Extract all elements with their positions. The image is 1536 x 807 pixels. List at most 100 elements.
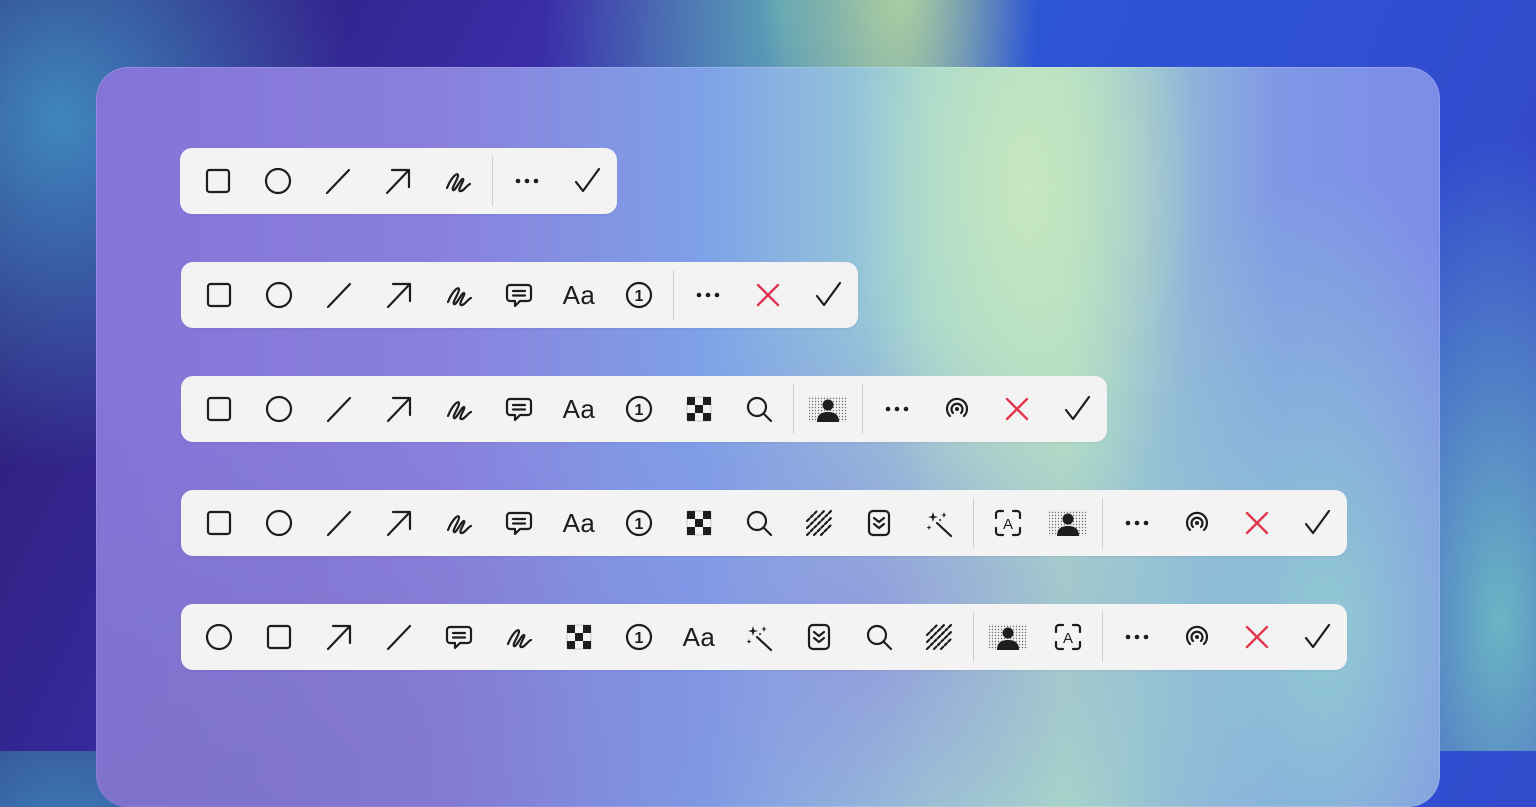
counter-button[interactable]: 1 [609,604,669,670]
more-button[interactable] [867,376,927,442]
checkmark-icon [1302,622,1332,652]
scribble-button[interactable] [429,376,489,442]
counter-icon: 1 [624,508,654,538]
speech-bubble-button[interactable] [429,604,489,670]
magic-wand-button[interactable] [909,490,969,556]
scroll-capture-button[interactable] [789,604,849,670]
more-button[interactable] [497,148,557,214]
remove-background-button[interactable] [1038,490,1098,556]
line-button[interactable] [308,148,368,214]
arrow-button[interactable] [309,604,369,670]
pixelate-button[interactable] [549,604,609,670]
checkmark-button[interactable] [1287,490,1347,556]
rectangle-button[interactable] [189,490,249,556]
speech-bubble-icon [444,622,474,652]
rectangle-button[interactable] [188,148,248,214]
counter-button[interactable]: 1 [609,490,669,556]
pixelate-button[interactable] [669,490,729,556]
svg-text:A: A [1003,516,1013,533]
text-tool-button[interactable]: Aa [549,490,609,556]
magnifier-icon [744,394,774,424]
cancel-button[interactable] [987,376,1047,442]
more-button[interactable] [1107,490,1167,556]
text-tool-label: Aa [682,621,716,652]
circle-button[interactable] [249,262,309,328]
speech-bubble-button[interactable] [489,376,549,442]
scribble-button[interactable] [489,604,549,670]
counter-icon: 1 [624,280,654,310]
magnifier-button[interactable] [729,490,789,556]
cancel-button[interactable] [1227,604,1287,670]
text-tool-button[interactable]: Aa [549,376,609,442]
toolbar-divider [862,384,863,434]
arrow-button[interactable] [369,490,429,556]
blur-button[interactable] [789,490,849,556]
line-button[interactable] [369,604,429,670]
blur-button[interactable] [909,604,969,670]
airdrop-button[interactable] [1167,490,1227,556]
more-button[interactable] [678,262,738,328]
checkmark-button[interactable] [1287,604,1347,670]
blur-icon [804,508,834,538]
airdrop-button[interactable] [927,376,987,442]
arrow-button[interactable] [369,262,429,328]
remove-background-button[interactable] [978,604,1038,670]
airdrop-icon [1182,622,1212,652]
text-recognition-button[interactable]: A [1038,604,1098,670]
airdrop-button[interactable] [1167,604,1227,670]
circle-button[interactable] [248,148,308,214]
counter-button[interactable]: 1 [609,376,669,442]
checkmark-icon [1302,508,1332,538]
checkmark-icon [1062,394,1092,424]
scribble-button[interactable] [428,148,488,214]
scribble-button[interactable] [429,490,489,556]
magnifier-button[interactable] [729,376,789,442]
text-tool-button[interactable]: Aa [669,604,729,670]
circle-icon [264,280,294,310]
scribble-button[interactable] [429,262,489,328]
svg-text:1: 1 [635,288,644,305]
remove-background-button[interactable] [798,376,858,442]
scroll-capture-button[interactable] [849,490,909,556]
pixelate-button[interactable] [669,376,729,442]
arrow-icon [383,166,413,196]
counter-button[interactable]: 1 [609,262,669,328]
checkmark-button[interactable] [557,148,617,214]
magic-wand-button[interactable] [729,604,789,670]
checkmark-button[interactable] [798,262,858,328]
checkmark-button[interactable] [1047,376,1107,442]
showcase-panel: Aa 1 Aa 1 Aa 1 A 1 Aa A [96,67,1440,807]
toolbar-5: 1 Aa A [181,604,1347,670]
speech-bubble-button[interactable] [489,262,549,328]
circle-button[interactable] [189,604,249,670]
circle-icon [263,166,293,196]
rectangle-button[interactable] [249,604,309,670]
scribble-icon [504,622,534,652]
circle-button[interactable] [249,376,309,442]
rectangle-button[interactable] [189,376,249,442]
line-button[interactable] [309,490,369,556]
cancel-icon [1242,508,1272,538]
circle-button[interactable] [249,490,309,556]
text-recognition-icon: A [993,508,1023,538]
arrow-button[interactable] [368,148,428,214]
more-button[interactable] [1107,604,1167,670]
toolbar-divider [673,270,674,320]
airdrop-icon [1182,508,1212,538]
line-button[interactable] [309,262,369,328]
text-recognition-icon: A [1053,622,1083,652]
circle-icon [264,394,294,424]
cancel-icon [1242,622,1272,652]
cancel-button[interactable] [738,262,798,328]
arrow-button[interactable] [369,376,429,442]
text-recognition-button[interactable]: A [978,490,1038,556]
text-tool-button[interactable]: Aa [549,262,609,328]
rectangle-button[interactable] [189,262,249,328]
toolbar-2: Aa 1 [181,262,858,328]
cancel-button[interactable] [1227,490,1287,556]
circle-icon [204,622,234,652]
magnifier-button[interactable] [849,604,909,670]
speech-bubble-button[interactable] [489,490,549,556]
toolbar-3: Aa 1 [181,376,1107,442]
line-button[interactable] [309,376,369,442]
